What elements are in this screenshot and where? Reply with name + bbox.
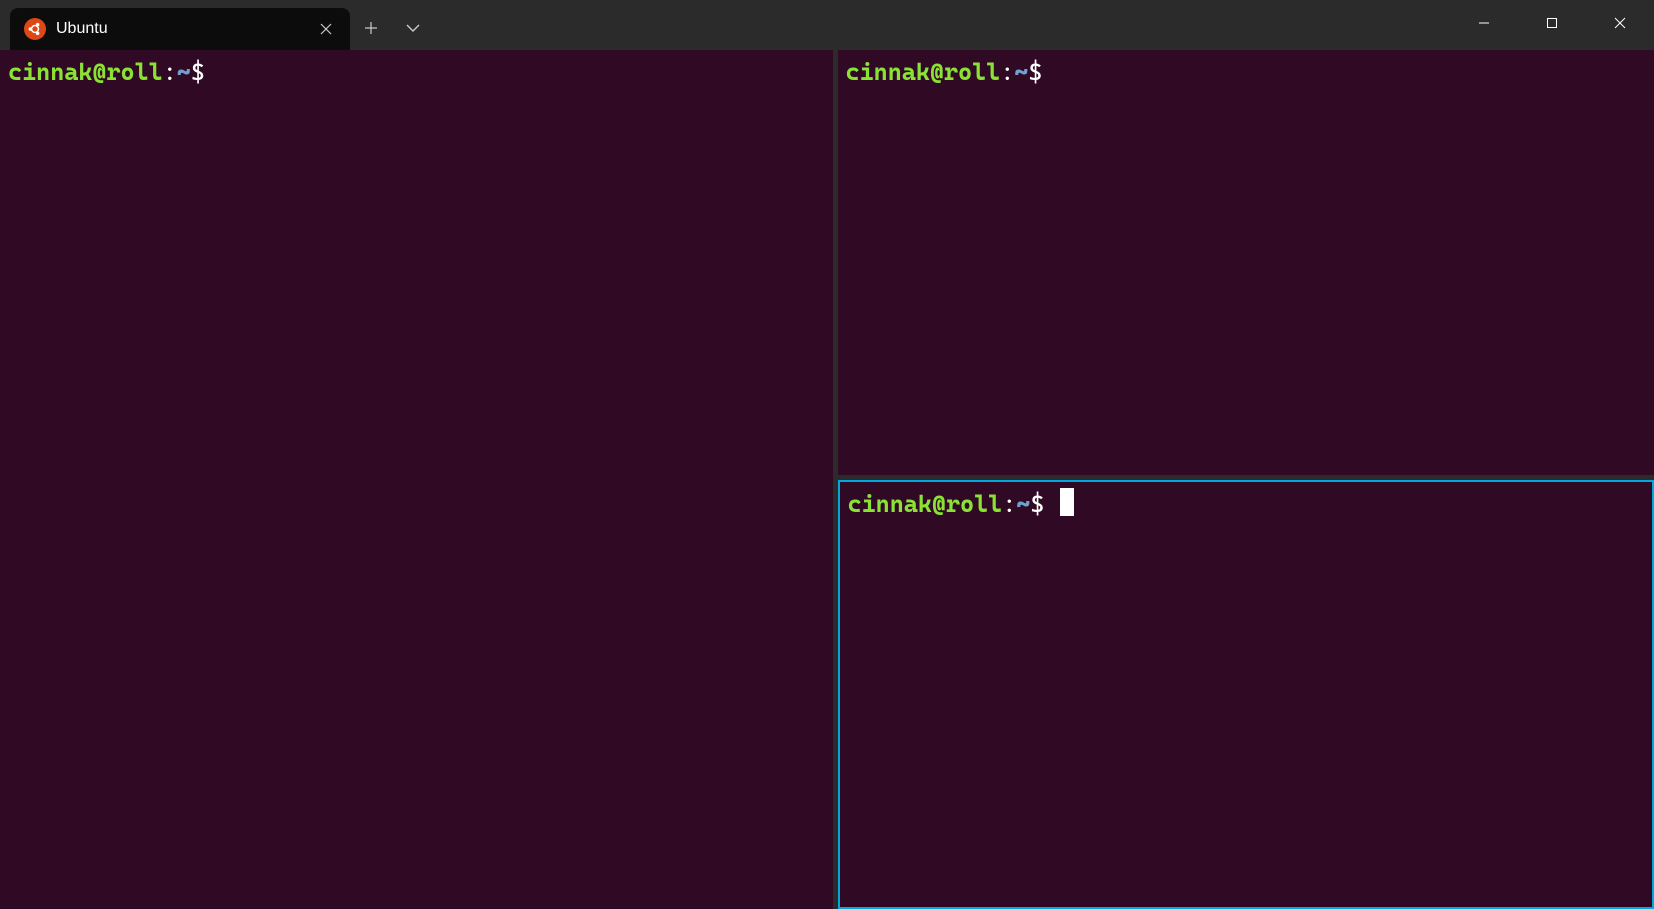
minimize-button[interactable] [1450, 0, 1518, 46]
tab-title: Ubuntu [56, 20, 304, 38]
prompt-line: cinnak@roll:~$ [846, 56, 1647, 88]
prompt-path: ~ [177, 58, 191, 86]
prompt-trailing-space [1044, 490, 1058, 518]
tab-dropdown-button[interactable] [392, 7, 434, 49]
terminal-pane-top-right[interactable]: cinnak@roll:~$ [838, 50, 1654, 475]
prompt-line: cinnak@roll:~$ [8, 56, 825, 88]
prompt-user-host: cinnak@roll [848, 490, 1003, 518]
prompt-symbol: $ [1030, 490, 1044, 518]
new-tab-button[interactable] [350, 7, 392, 49]
prompt-colon: : [1000, 58, 1014, 86]
tab-area: Ubuntu [10, 0, 434, 50]
prompt-trailing-space [205, 58, 219, 86]
ubuntu-icon [24, 18, 46, 40]
terminal-pane-right-stack: cinnak@roll:~$ cinnak@roll:~$ [833, 50, 1654, 909]
prompt-colon: : [1002, 490, 1016, 518]
maximize-button[interactable] [1518, 0, 1586, 46]
window-controls [1450, 0, 1654, 50]
prompt-colon: : [163, 58, 177, 86]
tab-close-button[interactable] [314, 17, 338, 41]
cursor [1060, 488, 1074, 516]
terminal-pane-left[interactable]: cinnak@roll:~$ [0, 50, 833, 909]
prompt-symbol: $ [191, 58, 205, 86]
close-window-button[interactable] [1586, 0, 1654, 46]
prompt-symbol: $ [1028, 58, 1042, 86]
title-bar: Ubuntu [0, 0, 1654, 50]
terminal-panes: cinnak@roll:~$ cinnak@roll:~$ cinnak@rol… [0, 50, 1654, 909]
prompt-path: ~ [1016, 490, 1030, 518]
terminal-pane-bottom-right[interactable]: cinnak@roll:~$ [838, 480, 1654, 909]
prompt-trailing-space [1042, 58, 1056, 86]
prompt-user-host: cinnak@roll [846, 58, 1001, 86]
prompt-line: cinnak@roll:~$ [848, 488, 1645, 520]
tab-ubuntu[interactable]: Ubuntu [10, 8, 350, 50]
prompt-path: ~ [1014, 58, 1028, 86]
prompt-user-host: cinnak@roll [8, 58, 163, 86]
